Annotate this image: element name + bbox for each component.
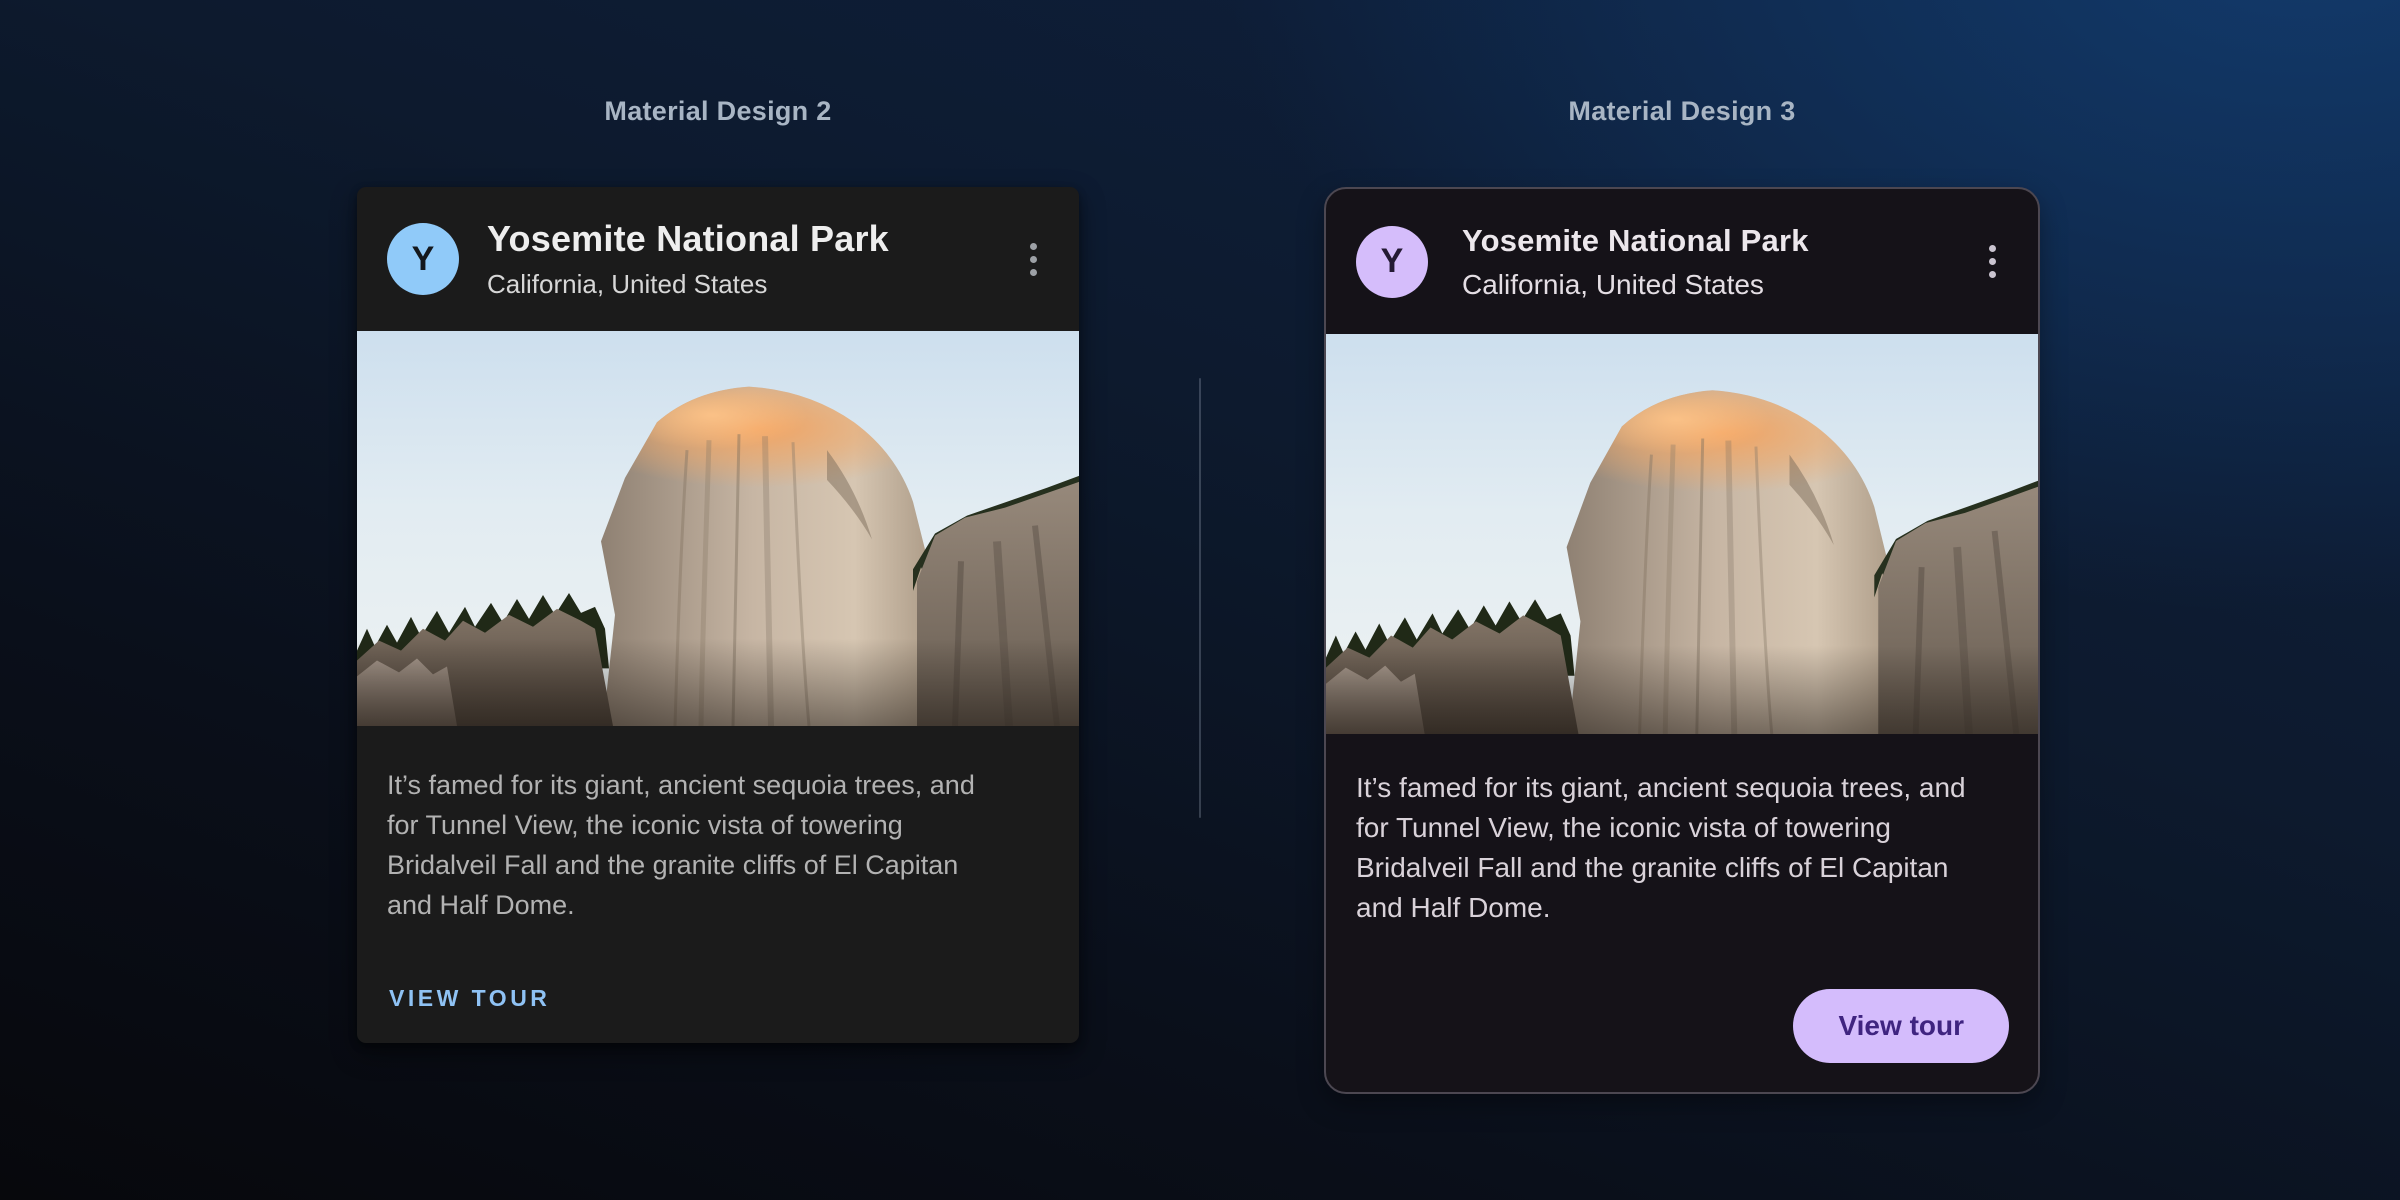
card-title: Yosemite National Park — [487, 218, 889, 260]
card-subtitle: California, United States — [1462, 269, 1809, 301]
card-description: It’s famed for its giant, ancient sequoi… — [357, 726, 1079, 925]
kebab-dot — [1989, 271, 1996, 278]
card-description: It’s famed for its giant, ancient sequoi… — [1326, 734, 2038, 928]
card-material-design-3: Y Yosemite National Park California, Uni… — [1324, 187, 2040, 1094]
kebab-dot — [1989, 245, 1996, 252]
description-line: It’s famed for its giant, ancient sequoi… — [387, 765, 1049, 805]
avatar: Y — [387, 223, 459, 295]
view-tour-button[interactable]: View tour — [1793, 989, 2009, 1063]
description-line: for Tunnel View, the iconic vista of tow… — [1356, 808, 2008, 848]
description-line: Bridalveil Fall and the granite cliffs o… — [1356, 848, 2008, 888]
card-header: Y Yosemite National Park California, Uni… — [357, 187, 1079, 331]
vertical-divider — [1199, 378, 1201, 818]
description-line: and Half Dome. — [1356, 888, 2008, 928]
card-title: Yosemite National Park — [1462, 223, 1809, 259]
description-line: Bridalveil Fall and the granite cliffs o… — [387, 845, 1049, 885]
view-tour-button[interactable]: VIEW TOUR — [387, 979, 552, 1018]
avatar: Y — [1356, 226, 1428, 298]
description-line: It’s famed for its giant, ancient sequoi… — [1356, 768, 2008, 808]
kebab-dot — [1030, 256, 1037, 263]
description-line: for Tunnel View, the iconic vista of tow… — [387, 805, 1049, 845]
kebab-menu-icon[interactable] — [1018, 233, 1049, 286]
description-line: and Half Dome. — [387, 885, 1049, 925]
card-header-text: Yosemite National Park California, Unite… — [487, 218, 889, 300]
card-material-design-2: Y Yosemite National Park California, Uni… — [357, 187, 1079, 1043]
kebab-dot — [1030, 269, 1037, 276]
page-background: Material Design 2 Material Design 3 Y Yo… — [0, 0, 2400, 1200]
card-subtitle: California, United States — [487, 269, 889, 300]
card-header-text: Yosemite National Park California, Unite… — [1462, 223, 1809, 301]
section-heading-md2: Material Design 2 — [357, 96, 1079, 127]
half-dome-image — [1326, 334, 2038, 734]
kebab-dot — [1989, 258, 1996, 265]
kebab-dot — [1030, 243, 1037, 250]
kebab-menu-icon[interactable] — [1977, 235, 2008, 288]
card-actions: VIEW TOUR — [357, 925, 1079, 1018]
section-heading-md3: Material Design 3 — [1324, 96, 2040, 127]
card-header: Y Yosemite National Park California, Uni… — [1326, 189, 2038, 334]
half-dome-image — [357, 331, 1079, 726]
